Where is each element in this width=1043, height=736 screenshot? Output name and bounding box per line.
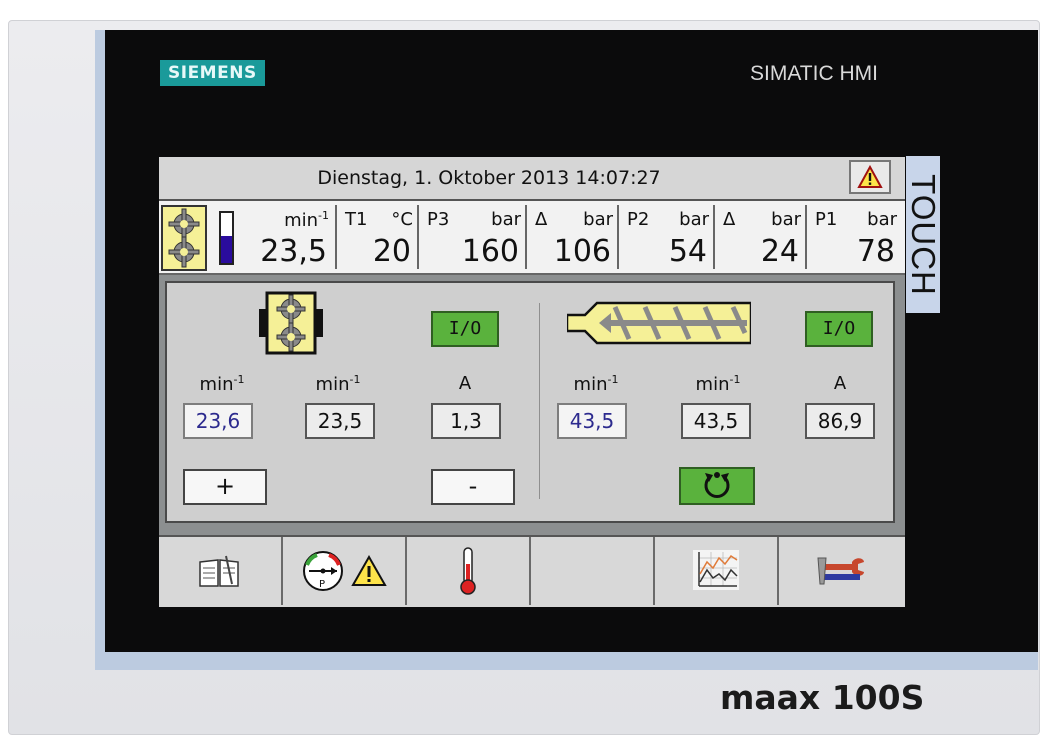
- left-speed-actual: 23,5: [305, 403, 375, 439]
- left-col2-unit: min-1: [315, 373, 361, 395]
- gear-pump-diagram-icon: [259, 291, 323, 359]
- touch-label: TOUCH: [905, 156, 942, 313]
- gauge-t1-label: T1: [345, 209, 368, 230]
- gauge-p1-unit: bar: [867, 209, 897, 230]
- nav-temperature-button[interactable]: [407, 537, 531, 605]
- warning-icon: [351, 555, 387, 586]
- right-speed-actual: 43,5: [681, 403, 751, 439]
- gauge-delta-2: Δ bar 24: [713, 205, 807, 269]
- left-speed-setpoint[interactable]: 23,6: [183, 403, 253, 439]
- gauge-speed-value: 23,5: [260, 234, 327, 269]
- rotation-icon: [704, 472, 730, 498]
- model-label: maax 100S: [720, 678, 925, 717]
- left-current-value: 1,3: [431, 403, 501, 439]
- left-io-button[interactable]: I/O: [431, 311, 499, 347]
- gauge-t1: T1 °C 20: [335, 205, 419, 269]
- book-icon: [199, 555, 239, 587]
- thermometer-icon: [460, 547, 476, 595]
- nav-empty-button[interactable]: [531, 537, 655, 605]
- increase-button[interactable]: +: [183, 469, 267, 505]
- gauge-t1-unit: °C: [391, 209, 413, 230]
- gauge-p2-unit: bar: [679, 209, 709, 230]
- gauge-t1-value: 20: [372, 234, 411, 269]
- speed-level-bar: [219, 211, 234, 265]
- gauge-p1-label: P1: [815, 209, 838, 230]
- gauge-delta-2-label: Δ: [723, 209, 736, 230]
- right-speed-setpoint[interactable]: 43,5: [557, 403, 627, 439]
- navigation-bar: P: [159, 535, 905, 607]
- simatic-hmi-label: SIMATIC HMI: [750, 62, 878, 85]
- gauge-delta-1-label: Δ: [535, 209, 548, 230]
- gauge-p3-value: 160: [461, 234, 519, 269]
- touch-text: TOUCH: [905, 173, 942, 296]
- gauge-p1: P1 bar 78: [805, 205, 903, 269]
- left-col1-unit: min-1: [199, 373, 245, 395]
- gauge-row: min-1 23,5 T1 °C 20 P3 bar 160 Δ bar 106…: [159, 201, 905, 275]
- siemens-logo: SIEMENS: [160, 60, 265, 86]
- datetime-display: Dienstag, 1. Oktober 2013 14:07:27: [317, 167, 661, 189]
- right-io-button[interactable]: I/O: [805, 311, 873, 347]
- gauge-delta-2-unit: bar: [771, 209, 801, 230]
- hmi-device: SIEMENS SIMATIC HMI TOUCH Dienstag, 1. O…: [0, 0, 1043, 736]
- pressure-gauge-icon: P: [303, 551, 343, 591]
- speed-level-fill: [221, 235, 232, 263]
- gauge-speed: min-1 23,5: [239, 205, 335, 269]
- header-bar: Dienstag, 1. Oktober 2013 14:07:27: [159, 157, 905, 201]
- warning-icon: [857, 165, 883, 188]
- hmi-screen: Dienstag, 1. Oktober 2013 14:07:27 min-1…: [159, 157, 905, 607]
- gauge-speed-unit: min-1: [284, 209, 329, 231]
- gauge-p2-label: P2: [627, 209, 650, 230]
- pressure-letter: P: [319, 579, 325, 590]
- alarm-button[interactable]: [849, 160, 891, 194]
- gauge-delta-2-value: 24: [760, 234, 799, 269]
- tools-icon: [817, 557, 864, 585]
- trend-chart-icon: [693, 550, 739, 590]
- rotation-direction-button[interactable]: [679, 467, 755, 505]
- gauge-delta-1-value: 106: [553, 234, 611, 269]
- right-current-value: 86,9: [805, 403, 875, 439]
- right-col1-unit: min-1: [573, 373, 619, 395]
- gauge-p1-value: 78: [856, 234, 895, 269]
- gauge-p3-label: P3: [427, 209, 450, 230]
- right-col2-unit: min-1: [695, 373, 741, 395]
- panel-divider: [539, 303, 540, 499]
- nav-settings-button[interactable]: [779, 537, 903, 605]
- gauge-p2-value: 54: [668, 234, 707, 269]
- nav-manual-button[interactable]: [159, 537, 283, 605]
- gauge-p2: P2 bar 54: [617, 205, 715, 269]
- gauge-delta-1-unit: bar: [583, 209, 613, 230]
- right-col3-unit: A: [833, 373, 847, 394]
- nav-trend-button[interactable]: [655, 537, 779, 605]
- gauge-p3-unit: bar: [491, 209, 521, 230]
- left-col3-unit: A: [458, 373, 472, 394]
- gauge-delta-1: Δ bar 106: [525, 205, 619, 269]
- decrease-button[interactable]: -: [431, 469, 515, 505]
- control-panel: I/O min-1 min-1 A 23,6 23,5 1,3 + - I/O …: [165, 281, 895, 523]
- gear-pump-icon: [161, 205, 207, 271]
- nav-pressure-alarm-button[interactable]: P: [283, 537, 407, 605]
- extruder-screw-icon: [565, 293, 753, 357]
- gauge-p3: P3 bar 160: [417, 205, 527, 269]
